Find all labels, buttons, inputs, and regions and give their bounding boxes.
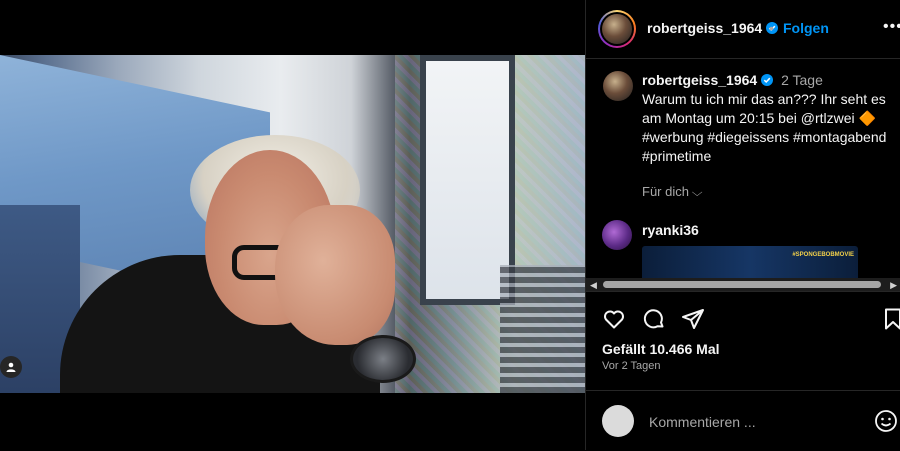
comment-media[interactable]: #SPONGEBOBMOVIE [642, 246, 858, 278]
viewer-avatar [602, 405, 634, 437]
caption-text: Warum tu ich mir das an??? Ihr seht es a… [642, 91, 887, 164]
post-age[interactable]: Vor 2 Tagen [602, 360, 661, 372]
follow-button[interactable]: Folgen [783, 20, 829, 36]
header-separator: • [769, 20, 774, 36]
translate-label: Für dich [642, 184, 689, 199]
comment-username[interactable]: ryanki36 [642, 222, 699, 238]
like-button[interactable] [602, 307, 628, 333]
verified-icon [761, 74, 774, 86]
likes-count[interactable]: Gefällt 10.466 Mal [602, 341, 720, 357]
post-side-panel: robertgeiss_1964 • Folgen ••• robertgeis… [585, 0, 900, 450]
more-icon[interactable]: ••• [883, 18, 900, 36]
scroll-left-arrow[interactable]: ◀ [590, 280, 597, 291]
post-media[interactable] [0, 0, 585, 450]
chevron-down-icon: ⌵ [691, 187, 703, 199]
emoji-icon[interactable] [874, 409, 898, 433]
horizontal-scrollbar[interactable]: ◀ ▶ [586, 278, 900, 291]
photo-radiator [500, 265, 585, 393]
comment-media-tag: #SPONGEBOBMOVIE [792, 252, 854, 258]
user-tag-icon [6, 362, 16, 372]
post-photo[interactable] [0, 55, 585, 393]
photo-watch [350, 335, 416, 383]
comment-bar [586, 390, 900, 451]
translate-link[interactable]: Für dich ⌵ [642, 184, 703, 200]
caption-username[interactable]: robertgeiss_1964 [642, 72, 757, 88]
comment-icon [643, 309, 664, 329]
comment-avatar[interactable] [602, 220, 632, 250]
action-bar [586, 291, 900, 347]
bookmark-icon [885, 308, 900, 330]
author-username[interactable]: robertgeiss_1964 [647, 20, 779, 36]
save-button[interactable] [881, 307, 900, 333]
share-button[interactable] [681, 307, 707, 333]
scrollbar-thumb[interactable] [603, 281, 881, 288]
comment-input[interactable] [647, 411, 861, 433]
comment-button[interactable] [642, 307, 668, 333]
heart-icon [604, 310, 624, 329]
user-tag-button[interactable] [0, 356, 22, 378]
author-avatar[interactable] [598, 10, 636, 48]
caption: robertgeiss_1964 2 Tage Warum tu ich mir… [642, 71, 892, 166]
share-icon [682, 309, 704, 329]
caption-time: 2 Tage [781, 72, 823, 88]
photo-hand [275, 205, 395, 345]
caption-avatar[interactable] [603, 71, 633, 101]
post-header: robertgeiss_1964 • Folgen ••• [586, 0, 900, 59]
scroll-right-arrow[interactable]: ▶ [890, 280, 897, 291]
